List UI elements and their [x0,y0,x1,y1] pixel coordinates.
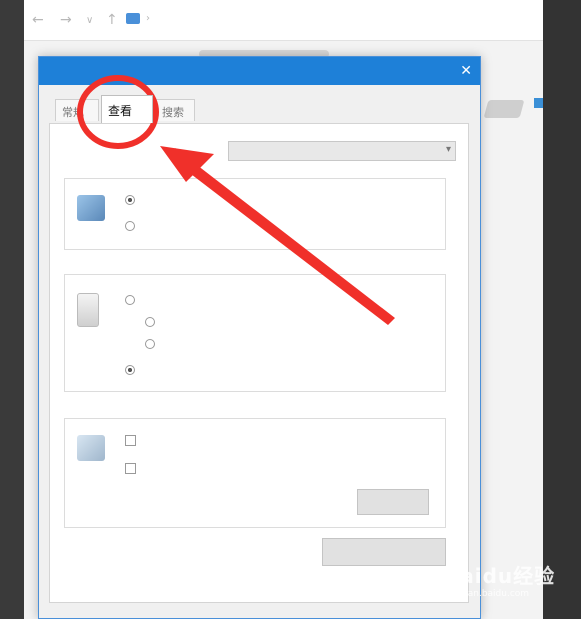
tab-search[interactable]: 搜索 [155,99,195,121]
address-bar: ← → ∨ ↑ › [24,0,543,41]
show-frequent-folders-checkbox[interactable] [125,463,141,476]
dialog-tabs: 常规 查看 搜索 [49,95,469,123]
this-pc-icon [126,13,140,24]
baidu-watermark: Baidu经验 jingyan.baidu.com [444,560,555,599]
single-click-radio[interactable] [125,295,139,307]
tab-general[interactable]: 常规 [55,99,99,121]
view-tab-panel: ▾ [49,123,469,603]
double-click-radio[interactable] [125,365,139,377]
open-same-window-radio[interactable] [125,195,139,207]
privacy-icon [77,435,105,461]
watermark-main-text: Baidu经验 [444,564,556,588]
click-items-group [64,274,446,392]
drive-icon[interactable] [483,100,525,118]
underline-browser-radio[interactable] [145,317,159,329]
privacy-group [64,418,446,528]
chevron-down-icon: ▾ [445,144,451,155]
folder-options-dialog: ✕ 常规 查看 搜索 ▾ [38,56,481,619]
right-background [543,0,581,619]
click-pointer-icon [77,293,99,327]
show-recent-files-checkbox[interactable] [125,435,141,448]
left-background [0,0,24,619]
open-folder-in-select[interactable]: ▾ [228,141,456,161]
breadcrumb-chevron-icon[interactable]: › [146,13,150,24]
dialog-titlebar: ✕ [39,57,480,85]
tab-view[interactable]: 查看 [101,95,153,123]
clear-button[interactable] [357,489,429,515]
close-icon[interactable]: ✕ [460,63,472,79]
drive-usage-bar [534,98,543,108]
watermark-url-text: jingyan.baidu.com [446,589,530,599]
underline-point-radio[interactable] [145,339,159,351]
forward-arrow-icon[interactable]: → [60,12,72,28]
restore-defaults-button[interactable] [322,538,446,566]
browse-folders-group [64,178,446,250]
back-arrow-icon[interactable]: ← [32,12,44,28]
recent-chevron-icon[interactable]: ∨ [86,15,93,26]
folder-window-icon [77,195,105,221]
up-arrow-icon[interactable]: ↑ [106,12,118,28]
open-new-window-radio[interactable] [125,221,139,233]
